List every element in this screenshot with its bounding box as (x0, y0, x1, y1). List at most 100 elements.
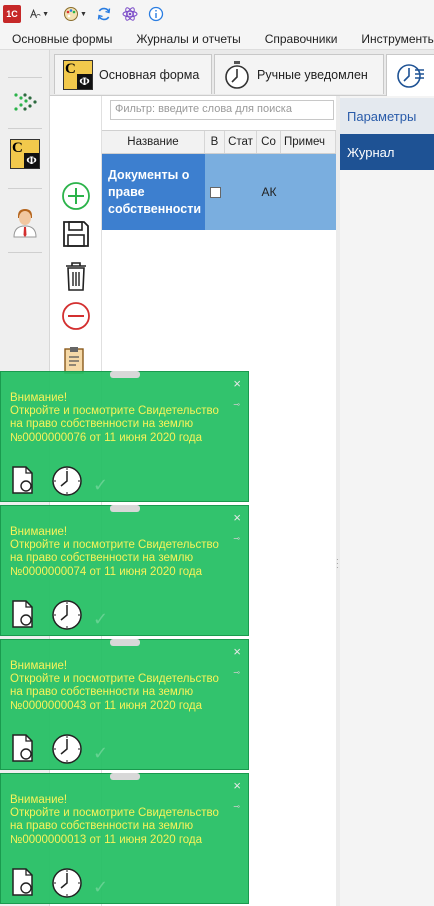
column-header-v[interactable]: В (205, 131, 225, 153)
snooze-button[interactable] (51, 465, 83, 500)
drag-handle[interactable] (110, 371, 140, 378)
close-icon[interactable]: × (233, 778, 241, 793)
cell-name: Документы о праве собственности (102, 154, 205, 230)
open-document-button[interactable] (10, 867, 36, 900)
close-icon[interactable]: × (233, 510, 241, 525)
menu-references[interactable]: Справочники (253, 32, 350, 46)
user-avatar-icon (13, 209, 37, 238)
snooze-button[interactable] (51, 733, 83, 768)
palette-button[interactable]: ▼ (60, 3, 90, 25)
snooze-button[interactable] (51, 867, 83, 902)
arrows-icon (14, 93, 37, 111)
drag-handle[interactable] (110, 505, 140, 512)
cell-note (281, 154, 336, 230)
notification-title: Внимание! (10, 526, 68, 538)
app-menu-button[interactable]: 1С (0, 3, 24, 25)
tab-label: Ручные уведомлен (257, 67, 368, 82)
menu-tools[interactable]: Инструменты (349, 32, 434, 46)
menu-main-forms[interactable]: Основные формы (0, 32, 124, 46)
save-icon (63, 221, 89, 247)
open-document-button[interactable] (10, 599, 36, 632)
document-icon (12, 868, 33, 896)
notification-popup[interactable]: × ⊸ Внимание! Откройте и посмотрите Свид… (0, 371, 249, 502)
save-button[interactable] (60, 218, 92, 250)
refresh-button[interactable] (92, 3, 116, 25)
menu-journals-reports[interactable]: Журналы и отчеты (124, 32, 252, 46)
notification-text: Откройте и посмотрите Свидетельство на п… (10, 673, 219, 712)
remove-button[interactable] (60, 300, 92, 332)
tab-main-form[interactable]: СФ Основная форма (54, 54, 212, 94)
atom-button[interactable] (118, 3, 142, 25)
tab-parameters[interactable]: Параметры (340, 98, 434, 134)
palette-icon (64, 7, 79, 21)
documents-grid: Название В Стат Со Примеч Документы о пр… (102, 130, 336, 230)
text-format-button[interactable]: ▼ (26, 3, 52, 25)
notification-popup[interactable]: × ⊸ Внимание! Откройте и посмотрите Свид… (0, 639, 249, 770)
notification-title: Внимание! (10, 660, 68, 672)
sf-document-icon: СФ (63, 59, 93, 90)
clock-icon (52, 466, 82, 496)
sidebar-item-documents[interactable]: СФ (9, 138, 41, 170)
sidebar-item-navigation[interactable] (9, 86, 41, 118)
clock-icon (52, 734, 82, 764)
text-format-icon (30, 8, 41, 18)
document-icon (12, 734, 33, 762)
atom-icon (122, 7, 138, 21)
notification-text: Откройте и посмотрите Свидетельство на п… (10, 539, 219, 578)
cell-v[interactable] (205, 154, 225, 230)
sidebar-item-user[interactable] (9, 206, 41, 238)
table-row[interactable]: Документы о праве собственности АК (102, 154, 336, 230)
add-icon (62, 182, 90, 210)
drag-handle[interactable] (110, 639, 140, 646)
clock-icon (52, 868, 82, 898)
check-icon: ✓ (93, 609, 109, 629)
remove-icon (62, 302, 90, 330)
snooze-button[interactable] (51, 599, 83, 634)
notification-title: Внимание! (10, 392, 68, 404)
pin-icon[interactable]: ⊸ (233, 400, 240, 409)
tab-notification-journal[interactable] (386, 54, 434, 97)
info-icon (148, 6, 164, 22)
check-icon: ✓ (93, 743, 109, 763)
tab-manual-notifications[interactable]: Ручные уведомлен (214, 54, 384, 94)
clock-icon (52, 600, 82, 630)
grid-header: Название В Стат Со Примеч (102, 130, 336, 154)
tab-journal[interactable]: Журнал (340, 134, 434, 170)
refresh-icon (97, 7, 111, 21)
info-button[interactable] (144, 3, 168, 25)
column-header-status[interactable]: Стат (225, 131, 257, 153)
cell-status (225, 154, 257, 230)
sidebar-divider (8, 128, 42, 129)
column-header-name[interactable]: Название (102, 131, 205, 153)
document-icon (12, 466, 33, 494)
open-document-button[interactable] (10, 733, 36, 766)
close-icon[interactable]: × (233, 644, 241, 659)
row-checkbox[interactable] (209, 186, 221, 198)
add-button[interactable] (60, 180, 92, 212)
sf-document-icon: СФ (10, 139, 40, 169)
clock-icon (225, 60, 249, 89)
column-header-co[interactable]: Со (257, 131, 281, 153)
notification-text: Откройте и посмотрите Свидетельство на п… (10, 807, 219, 846)
column-header-note[interactable]: Примеч (281, 131, 336, 153)
trash-icon (66, 262, 86, 291)
notification-popup[interactable]: × ⊸ Внимание! Откройте и посмотрите Свид… (0, 773, 249, 904)
pin-icon[interactable]: ⊸ (233, 668, 240, 677)
cell-co: АК (257, 154, 281, 230)
splitter-grip: · · · (336, 555, 339, 572)
sidebar-divider (8, 252, 42, 253)
1c-logo-icon: 1С (3, 5, 21, 23)
main-menu-bar: Основные формы Журналы и отчеты Справочн… (0, 28, 434, 50)
pin-icon[interactable]: ⊸ (233, 534, 240, 543)
quick-access-toolbar: 1С ▼ ▼ (0, 0, 434, 28)
check-icon: ✓ (93, 475, 109, 495)
notification-text: Откройте и посмотрите Свидетельство на п… (10, 405, 219, 444)
close-icon[interactable]: × (233, 376, 241, 391)
notification-popup[interactable]: × ⊸ Внимание! Откройте и посмотрите Свид… (0, 505, 249, 636)
delete-button[interactable] (60, 260, 92, 292)
filter-input[interactable]: Фильтр: введите слова для поиска (110, 100, 334, 120)
drag-handle[interactable] (110, 773, 140, 780)
open-document-button[interactable] (10, 465, 36, 498)
clock-list-icon (397, 64, 424, 88)
pin-icon[interactable]: ⊸ (233, 802, 240, 811)
